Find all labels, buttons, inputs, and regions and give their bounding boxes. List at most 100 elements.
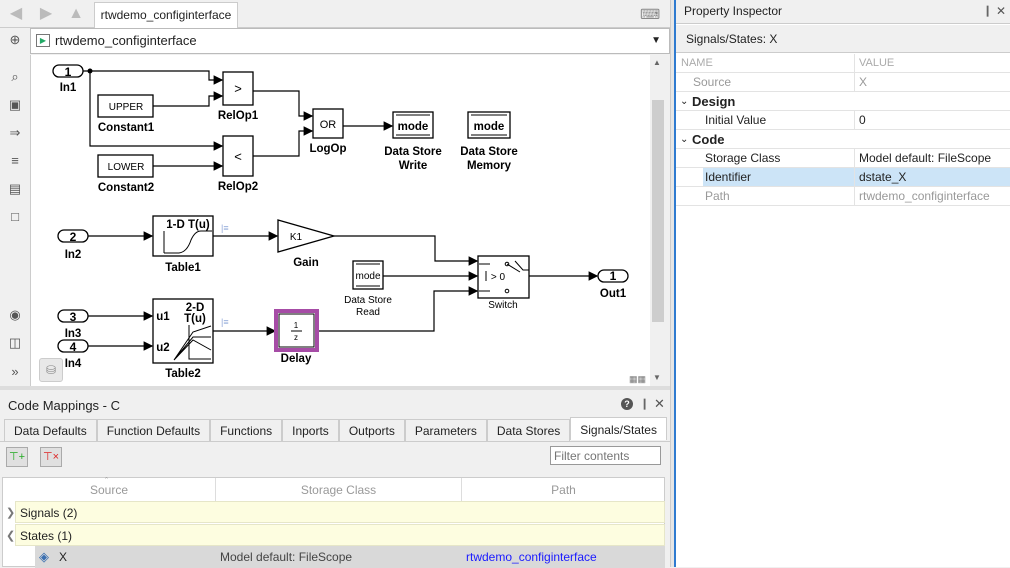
camera-icon[interactable]: ◉ xyxy=(6,306,24,324)
breadcrumb[interactable]: ▶ rtwdemo_configinterface ▼ xyxy=(30,28,670,54)
group-signals[interactable]: Signals (2) xyxy=(15,501,665,523)
add-signal-button[interactable]: ⊤+ xyxy=(6,447,28,467)
signal-badge-icon: |≡ xyxy=(221,317,229,327)
relop1-label: RelOp1 xyxy=(218,110,259,122)
image-icon[interactable]: ▤ xyxy=(6,180,24,198)
chevron-down-icon[interactable]: ▼ xyxy=(651,29,661,53)
pin-icon[interactable]: ❙ xyxy=(983,0,992,22)
area-icon[interactable]: □ xyxy=(6,208,24,226)
remove-signal-button[interactable]: ⊤× xyxy=(40,447,62,467)
mappings-table: ˆ Source Storage Class Path ❯ Signals (2)… xyxy=(2,476,665,568)
close-icon[interactable]: ✕ xyxy=(654,396,665,412)
switch-label: Switch xyxy=(488,300,517,311)
tab-parameters[interactable]: Parameters xyxy=(404,419,487,441)
palette-toolbar: ⊕ ⌕ ▣ ⇒ ≡ ▤ □ ◉ ◫ » xyxy=(0,28,30,388)
tab-model[interactable]: rtwdemo_configinterface xyxy=(94,2,238,28)
in4-label: In4 xyxy=(65,358,82,370)
editor-toolbar: ◀ ▶ ▲ rtwdemo_configinterface ⌨ xyxy=(0,0,670,28)
pin-icon[interactable]: ❙ xyxy=(640,397,649,410)
tab-functions[interactable]: Functions xyxy=(210,419,283,441)
constant2-label: Constant2 xyxy=(98,182,154,194)
zoom-icon[interactable]: ⌕ xyxy=(6,68,24,86)
row-storage-class[interactable]: Model default: FileScope xyxy=(220,546,352,568)
section-code[interactable]: ⌄ Code xyxy=(676,130,1010,149)
model-overview-icon[interactable]: ▦▦ xyxy=(629,374,647,384)
switch-cond: > 0 xyxy=(491,272,506,283)
table1-title: 1-D T(u) xyxy=(166,219,210,231)
back-icon[interactable]: ◀ xyxy=(6,4,26,24)
tab-outports[interactable]: Outports xyxy=(338,419,405,441)
relop2-label: RelOp2 xyxy=(218,181,258,193)
section-code-title: Code xyxy=(692,132,725,147)
out1-label: Out1 xyxy=(600,288,627,300)
table1-label: Table1 xyxy=(165,262,201,274)
keyboard-icon[interactable]: ⌨ xyxy=(640,4,660,24)
section-design-title: Design xyxy=(692,94,736,109)
prop-initial-value[interactable]: 0 xyxy=(859,111,866,130)
annotation-icon[interactable]: ≡ xyxy=(6,152,24,170)
dsw-label: Data Store xyxy=(384,146,442,158)
delay-den: z xyxy=(294,333,298,342)
tab-inports[interactable]: Inports xyxy=(282,419,339,441)
chevron-right-icon[interactable]: ❯ xyxy=(6,506,15,519)
junction xyxy=(87,68,93,74)
relop1-op: > xyxy=(234,81,242,96)
logop-op: OR xyxy=(320,119,337,131)
close-icon[interactable]: ✕ xyxy=(996,0,1006,22)
model-icon: ▶ xyxy=(36,34,50,47)
header-name: NAME xyxy=(681,57,713,69)
table2-u2: u2 xyxy=(156,342,169,354)
chevron-down-icon[interactable]: ❮ xyxy=(6,529,15,542)
model-browser-icon[interactable]: ◫ xyxy=(6,334,24,352)
in3-label: In3 xyxy=(65,328,82,340)
in4-number: 4 xyxy=(70,340,77,354)
prop-storage-class-value[interactable]: Model default: FileScope xyxy=(859,149,991,168)
gain-value: K1 xyxy=(290,232,303,243)
database-icon[interactable]: ⛁ xyxy=(39,358,63,382)
filter-input[interactable] xyxy=(550,446,661,465)
state-icon: ◈ xyxy=(39,549,49,564)
row-path-link[interactable]: rtwdemo_configinterface xyxy=(466,546,597,568)
in2-label: In2 xyxy=(65,249,82,261)
scrollbar-thumb[interactable] xyxy=(652,100,664,322)
signal-arrow-icon[interactable]: ⇒ xyxy=(6,124,24,142)
dsr-name: mode xyxy=(355,271,380,282)
help-icon[interactable]: ? xyxy=(621,398,633,410)
up-icon[interactable]: ▲ xyxy=(66,4,86,24)
signal-badge-icon: |≡ xyxy=(221,223,229,233)
column-header-source[interactable]: ˆ Source xyxy=(3,476,216,501)
diagram-canvas[interactable]: 1 In1 2 In2 3 In3 4 In4 1 Out1 UPPER Con… xyxy=(30,55,650,386)
header-value: VALUE xyxy=(859,57,895,69)
prop-identifier-value[interactable]: dstate_X xyxy=(859,168,906,187)
table2-title-2: T(u) xyxy=(184,313,206,325)
dsr-label: Data Store xyxy=(344,295,392,306)
out1-number: 1 xyxy=(610,269,617,283)
dsm-label: Data Store xyxy=(460,146,518,158)
prop-identifier-name: Identifier xyxy=(705,170,752,184)
code-mappings-tabs: Data Defaults Function Defaults Function… xyxy=(4,417,667,441)
property-inspector: Property Inspector ❙ ✕ Signals/States: X… xyxy=(676,0,1010,567)
tab-signals-states[interactable]: Signals/States xyxy=(570,417,667,440)
table-row[interactable]: ◈ X Model default: FileScope rtwdemo_con… xyxy=(35,546,665,568)
forward-icon[interactable]: ▶ xyxy=(36,4,56,24)
group-states[interactable]: States (1) xyxy=(15,524,665,546)
column-header-storage-class[interactable]: Storage Class xyxy=(216,478,462,501)
fit-view-icon[interactable]: ▣ xyxy=(6,96,24,114)
breadcrumb-label: rtwdemo_configinterface xyxy=(55,33,197,48)
column-header-path[interactable]: Path xyxy=(462,478,665,501)
prop-initial-value-name: Initial Value xyxy=(705,113,767,127)
tab-data-defaults[interactable]: Data Defaults xyxy=(4,419,97,441)
tab-function-defaults[interactable]: Function Defaults xyxy=(96,419,211,441)
in2-number: 2 xyxy=(70,230,77,244)
prop-storage-class-name: Storage Class xyxy=(705,151,781,165)
section-design[interactable]: ⌄ Design xyxy=(676,92,1010,111)
delay-label: Delay xyxy=(281,353,312,365)
dsw-label-2: Write xyxy=(399,160,428,172)
dsr-label-2: Read xyxy=(356,307,380,318)
block-gain[interactable] xyxy=(277,219,337,253)
hide-browser-icon[interactable]: ⊕ xyxy=(6,31,24,49)
tab-data-stores[interactable]: Data Stores xyxy=(486,419,571,441)
pi-subtitle: Signals/States: X xyxy=(676,25,1010,53)
splitter[interactable] xyxy=(0,386,670,390)
expand-icon[interactable]: » xyxy=(6,363,24,381)
